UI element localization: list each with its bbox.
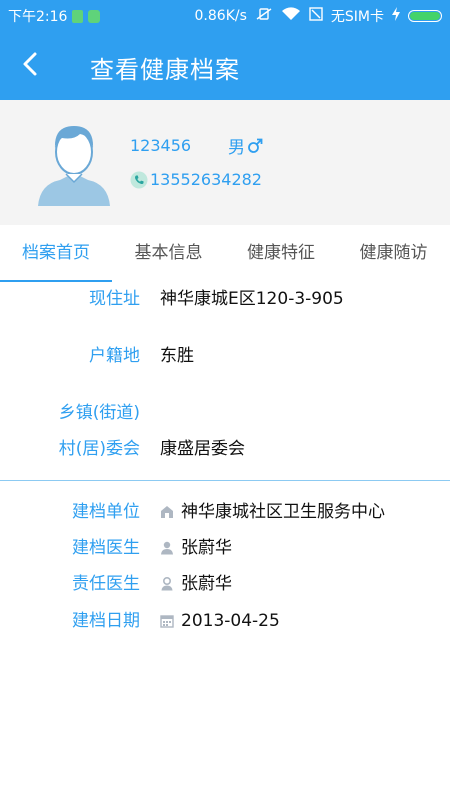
phone-icon: [130, 171, 148, 188]
tab-bar: 档案首页 基本信息 健康特征 健康随访: [0, 225, 450, 282]
status-sim-text: 无SIM卡: [330, 9, 384, 25]
page-title: 查看健康档案: [90, 56, 240, 84]
profile-phone[interactable]: 13552634282: [130, 170, 262, 189]
notification-icon: [72, 9, 84, 23]
back-arrow-icon: [23, 52, 37, 76]
record-date-value: 2013-04-25: [181, 611, 280, 631]
wifi-icon: [281, 7, 301, 25]
row-town: 乡镇(街道): [0, 398, 450, 428]
current-address-value: 神华康城E区120-3-905: [160, 289, 344, 309]
phone-number: 13552634282: [150, 170, 262, 189]
status-net-speed: 0.86K/s: [194, 8, 247, 24]
responsible-doctor-value: 张蔚华: [181, 574, 232, 594]
record-doctor-label: 建档医生: [72, 538, 140, 558]
status-left: 下午2:16: [8, 6, 101, 26]
back-button[interactable]: [14, 46, 50, 82]
current-address-label: 现住址: [89, 289, 140, 309]
record-doctor-value: 张蔚华: [181, 538, 232, 558]
male-icon: [248, 138, 263, 153]
responsible-doctor-label: 责任医生: [72, 574, 140, 594]
row-record-date: 建档日期 2013-04-25: [0, 606, 450, 636]
tab-health-features[interactable]: 健康特征: [225, 225, 337, 281]
charging-icon: [392, 7, 400, 25]
record-date-label: 建档日期: [72, 611, 140, 631]
avatar-icon: [38, 126, 110, 206]
status-right: 0.86K/s 无SIM卡: [195, 6, 442, 26]
app-header: 查看健康档案: [0, 30, 450, 100]
gender-text: 男: [228, 138, 245, 158]
village-value: 康盛居委会: [160, 439, 245, 459]
profile-gender: 男: [228, 133, 263, 158]
building-icon: [161, 506, 173, 518]
battery-icon: [408, 10, 442, 22]
household-label: 户籍地: [89, 346, 140, 366]
row-household: 户籍地 东胜: [0, 341, 450, 371]
vibrate-off-icon: [255, 7, 273, 25]
doctor-icon: [161, 541, 173, 555]
tab-overview[interactable]: 档案首页: [0, 225, 112, 281]
sim-icon: [309, 7, 323, 25]
tab-active-indicator: [0, 280, 112, 282]
status-bar: 下午2:16 0.86K/s 无SIM卡: [0, 0, 450, 30]
person-icon: [161, 577, 173, 591]
calendar-icon: [160, 615, 174, 628]
row-village: 村(居)委会 康盛居委会: [0, 434, 450, 464]
row-current-address: 现住址 神华康城E区120-3-905: [0, 284, 450, 314]
record-unit-value: 神华康城社区卫生服务中心: [181, 502, 385, 522]
app-notification-icon: [88, 9, 101, 23]
profile-id: 123456: [130, 136, 192, 155]
row-record-unit: 建档单位 神华康城社区卫生服务中心: [0, 497, 450, 527]
profile-card: 123456 男 13552634282: [0, 100, 450, 225]
town-label: 乡镇(街道): [58, 403, 140, 423]
status-time: 下午2:16: [8, 9, 68, 25]
tab-health-followup[interactable]: 健康随访: [337, 225, 450, 281]
row-record-doctor: 建档医生 张蔚华: [0, 533, 450, 563]
record-unit-label: 建档单位: [72, 502, 140, 522]
avatar: [34, 118, 114, 208]
household-value: 东胜: [160, 346, 194, 366]
village-label: 村(居)委会: [58, 439, 140, 459]
row-responsible-doctor: 责任医生 张蔚华: [0, 569, 450, 599]
section-divider: [0, 480, 450, 481]
tab-basic-info[interactable]: 基本信息: [112, 225, 225, 281]
